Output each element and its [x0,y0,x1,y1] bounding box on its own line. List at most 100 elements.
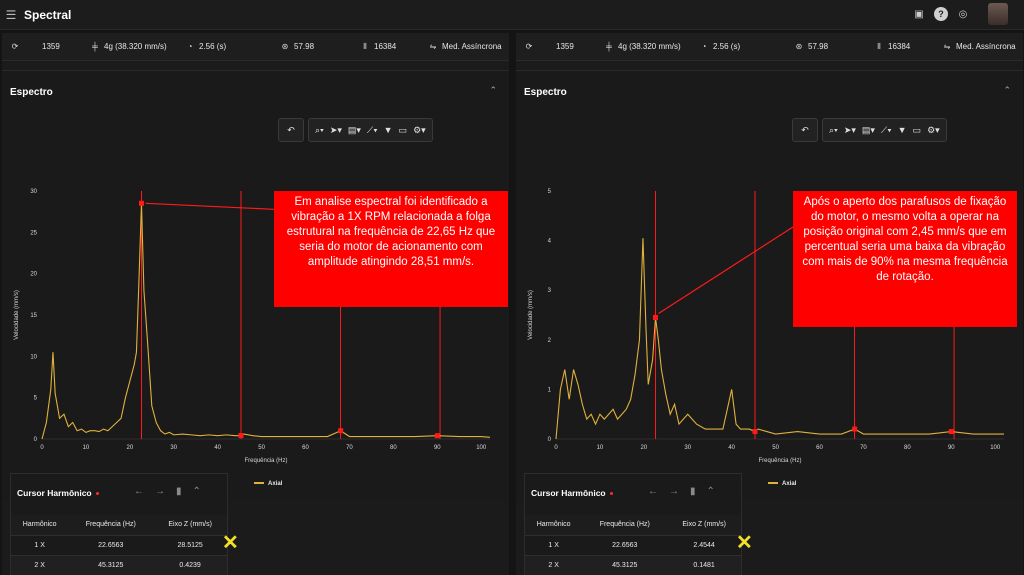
harmonic-marker-point [652,314,658,320]
legend-label: Axial [782,481,797,487]
collapse-icon[interactable]: ⌃ [193,486,201,497]
stat-rpm: ⟳ 1359 [11,42,60,51]
y-tick-label: 25 [30,230,37,236]
annotation-pointer-line [658,226,794,314]
y-axis-label: Velocidade (mm/s) [14,290,20,340]
y-tick-label: 2 [548,338,552,344]
harmonic-cursor-card: Cursor Harmônico ← → ▮ ⌃ Harmônico Frequê… [524,473,742,575]
spectrum-card: Espectro ⌃ ↶ ⌕▾ ➤▾ ▤▾ ⟋▾ ▼ ▭ ⚙▾ 0 5 10 15 20… [2,70,509,500]
spectrum-panel-left: ⟳ 1359 ╪ 4g (38.320 mm/s) ◔ 2.56 (s) ⊛ 57.98… [2,33,509,575]
x-tick-label: 0 [554,445,558,451]
x-tick-label: 70 [346,445,353,451]
stat-rpm: ⟳ 1359 [525,42,574,51]
y-tick-label: 30 [30,189,37,195]
harmonic-marker-point [752,429,758,435]
x-tick-label: 60 [302,445,309,451]
x-tick-label: 70 [860,445,867,451]
x-tick-label: 90 [434,445,441,451]
stat-frequency: ⊛ 57.98 [281,42,315,51]
frequency-icon: ⊛ [281,42,289,51]
x-tick-label: 80 [390,445,397,451]
y-tick-label: 1 [548,387,552,393]
stat-amplitude: ╪ 4g (38.320 mm/s) [604,42,699,52]
stat-lines: ⦀ 16384 [360,42,428,52]
harmonic-title: Cursor Harmônico [531,488,613,498]
menu-icon[interactable]: ☰ [0,8,22,22]
harmonic-table: Harmônico Frequência (Hz) Eixo Z (mm/s) 1 … [11,515,227,575]
y-tick-label: 10 [30,354,37,360]
y-tick-label: 0 [34,437,38,443]
y-tick-label: 15 [30,313,37,319]
stat-lines: ⦀ 16384 [874,42,942,52]
harmonic-table: Harmônico Frequência (Hz) Eixo Z (mm/s) 1 … [525,515,741,575]
y-tick-label: 0 [548,437,552,443]
stat-mode: ⇋ Med. Assíncrona [943,42,1016,51]
x-tick-label: 50 [258,445,265,451]
stats-bar: ⟳ 1359 ╪ 4g (38.320 mm/s) ◔ 2.56 (s) ⊛ 57.98… [2,33,509,61]
help-icon[interactable]: ? [934,7,948,21]
arrow-right-icon[interactable]: → [669,486,679,497]
x-tick-label: 90 [948,445,955,451]
printer-icon[interactable]: ▣ [912,7,926,21]
amplitude-icon: ╪ [606,42,612,51]
harmonic-marker-point [138,200,144,206]
table-row[interactable]: 2 X 45.3125 0.1481 [525,554,741,575]
y-tick-label: 5 [548,189,552,195]
x-tick-label: 40 [728,445,735,451]
arrow-right-icon[interactable]: → [155,486,165,497]
harmonic-marker-point [948,429,954,435]
x-tick-label: 10 [83,445,90,451]
arrow-left-icon[interactable]: ← [134,486,144,497]
stat-time: ◔ 2.56 (s) [185,42,280,52]
timer-icon: ◔ [701,42,707,51]
trash-icon[interactable]: ▮ [176,486,182,497]
x-axis-label: Frequência (Hz) [244,458,287,464]
y-axis-label: Velocidade (mm/s) [528,290,534,340]
highlight-mark: ✕ [222,532,239,554]
x-tick-label: 30 [170,445,177,451]
amplitude-icon: ╪ [92,42,98,51]
x-tick-label: 20 [640,445,647,451]
lines-icon: ⦀ [877,41,881,51]
table-row[interactable]: 1 X 22.6563 2.4544 [525,534,741,555]
table-row[interactable]: 2 X 45.3125 0.4239 [11,554,227,575]
harmonic-marker-point [338,428,344,434]
stat-frequency: ⊛ 57.98 [795,42,829,51]
legend-label: Axial [268,481,283,487]
annotation-pointer-line [145,202,275,210]
x-tick-label: 100 [476,445,487,451]
globe-icon[interactable]: ◎ [956,7,970,21]
table-row[interactable]: 1 X 22.6563 28.5125 [11,534,227,555]
x-tick-label: 20 [126,445,133,451]
frequency-icon: ⊛ [795,42,803,51]
x-tick-label: 30 [684,445,691,451]
x-tick-label: 10 [597,445,604,451]
y-tick-label: 5 [34,396,38,402]
avatar[interactable] [988,3,1008,25]
app-header: ☰ Spectral ▣ ? ◎ [0,0,1024,30]
trash-icon[interactable]: ▮ [690,486,696,497]
app-title: Spectral [24,7,72,22]
x-tick-label: 60 [816,445,823,451]
harmonic-title: Cursor Harmônico [17,488,99,498]
stat-mode: ⇋ Med. Assíncrona [429,42,502,51]
arrow-left-icon[interactable]: ← [648,486,658,497]
sync-icon: ⟳ [525,42,533,51]
harmonic-marker-point [434,433,440,439]
x-tick-label: 40 [214,445,221,451]
x-tick-label: 100 [990,445,1001,451]
x-axis-label: Frequência (Hz) [758,458,801,464]
harmonic-cursor-card: Cursor Harmônico ← → ▮ ⌃ Harmônico Frequê… [10,473,228,575]
x-tick-label: 50 [772,445,779,451]
stats-bar: ⟳ 1359 ╪ 4g (38.320 mm/s) ◔ 2.56 (s) ⊛ 57.98… [516,33,1023,61]
spectrum-card: Espectro ⌃ ↶ ⌕▾ ➤▾ ▤▾ ⟋▾ ▼ ▭ ⚙▾ 01234501… [516,70,1023,500]
y-tick-label: 3 [548,288,552,294]
lines-icon: ⦀ [363,41,367,51]
collapse-icon[interactable]: ⌃ [707,486,715,497]
highlight-mark: ✕ [736,532,753,554]
harmonic-marker-point [238,433,244,439]
stat-time: ◔ 2.56 (s) [699,42,794,52]
sliders-icon: ⇋ [943,42,951,51]
sliders-icon: ⇋ [429,42,437,51]
annotation-box: Em analise espectral foi identificado a … [274,191,508,307]
